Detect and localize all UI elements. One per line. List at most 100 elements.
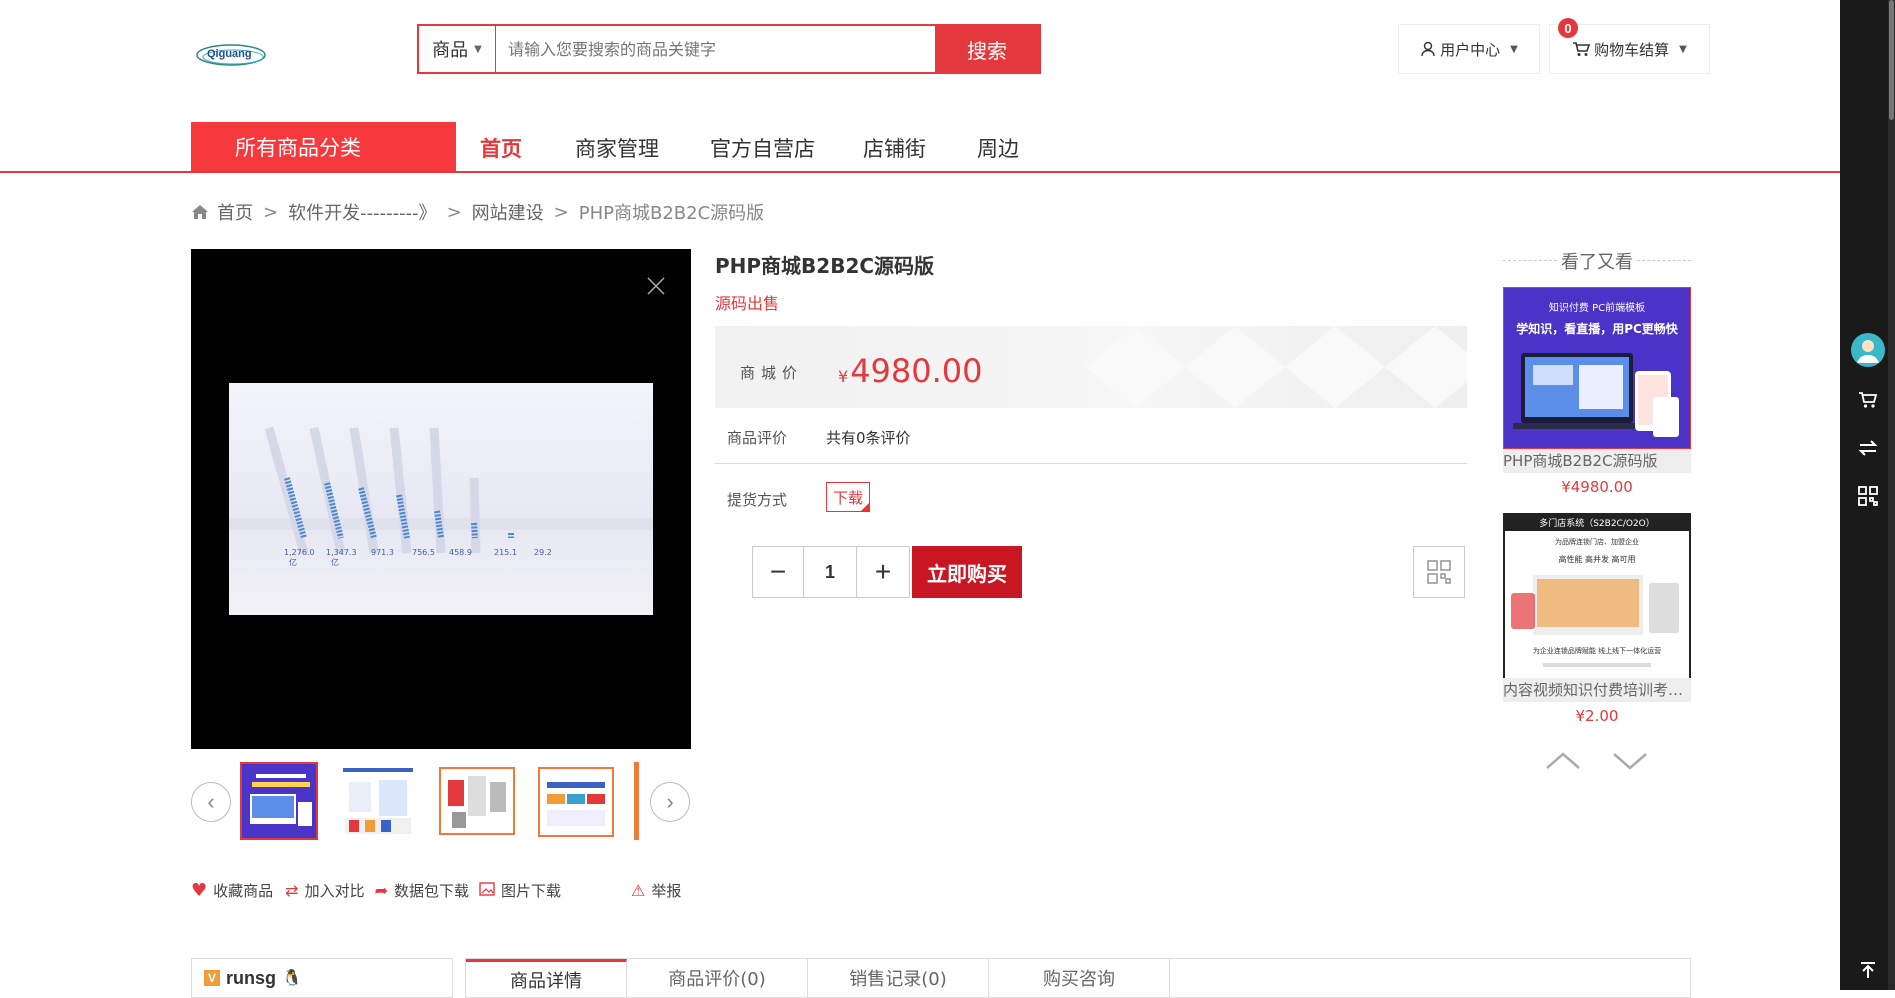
recommend-2-banner-mid: 为品牌连锁门店、加盟企业 [1555, 537, 1639, 546]
review-label: 商品评价 [727, 429, 788, 447]
user-center-button[interactable]: 用户中心 ▼ [1398, 24, 1540, 74]
recommend-item-2-price: ¥2.00 [1575, 707, 1619, 725]
thumbnail-prev-button[interactable]: ‹ [191, 782, 231, 822]
all-categories-button[interactable]: 所有商品分类 [191, 122, 456, 172]
cart-count-badge: 0 [1558, 18, 1578, 38]
toolbar-cart-button[interactable] [1840, 385, 1895, 415]
thumbnail-2[interactable] [339, 762, 417, 840]
nav-item-official-store[interactable]: 官方自营店 [710, 133, 815, 163]
toolbar-user-button[interactable] [1840, 330, 1895, 370]
delivery-option-label: 下载 [832, 488, 863, 507]
cart-icon [1573, 42, 1591, 56]
delivery-option-download[interactable]: 下载 [826, 482, 870, 512]
warning-icon: ⚠ [631, 881, 646, 900]
nav-item-merchant[interactable]: 商家管理 [575, 133, 659, 163]
see-also-title: 看了又看 [1503, 248, 1691, 274]
search-bar: 商品 ▼ 搜索 [417, 24, 1041, 74]
buy-now-button[interactable]: 立即购买 [912, 546, 1022, 598]
review-value[interactable]: 共有0条评价 [826, 427, 911, 448]
toolbar-compare-button[interactable] [1840, 433, 1895, 463]
breadcrumb-software[interactable]: 软件开发---------》 [288, 199, 436, 225]
chevron-up-icon [1546, 752, 1580, 769]
chart-value-2: 1,347.3 [326, 548, 357, 557]
recommend-1-banner-big: 学知识，看直播，用PC更畅快 [1516, 321, 1679, 336]
recommend-prev-button[interactable] [1543, 750, 1583, 772]
site-logo[interactable]: Qiguang [195, 35, 275, 75]
recommend-1-banner-small: 知识付费 PC前端模板 [1549, 301, 1645, 314]
quantity-decrease-button[interactable]: − [752, 546, 804, 598]
search-button[interactable]: 搜索 [935, 26, 1039, 72]
thumbnail-4[interactable] [537, 762, 615, 840]
image-icon [479, 881, 495, 900]
quantity-input[interactable]: 1 [803, 546, 857, 598]
product-video-frame: 1,276.0 1,347.3 971.3 756.5 458.9 215.1 … [229, 383, 653, 615]
report-link[interactable]: 举报 [651, 880, 681, 901]
page-scrollbar-thumb[interactable] [1889, 0, 1894, 120]
close-icon[interactable] [645, 275, 667, 297]
download-package-link[interactable]: 数据包下载 [394, 880, 469, 901]
chevron-down-icon: ▼ [1510, 43, 1518, 55]
recommend-next-button[interactable] [1610, 750, 1650, 772]
chevron-left-icon: ‹ [207, 789, 215, 814]
price-label: 商城价 [740, 364, 804, 382]
tab-sales-records[interactable]: 销售记录(0) [808, 959, 989, 997]
tab-purchase-inquiry[interactable]: 购买咨询 [989, 959, 1170, 997]
thumbnail-next-button[interactable]: › [650, 782, 690, 822]
chevron-right-icon: › [666, 789, 674, 814]
price-currency: ¥ [838, 367, 849, 386]
chart-unit-2: 亿 [331, 557, 339, 567]
nav-item-store-street[interactable]: 店铺街 [863, 133, 926, 163]
cart-icon [1858, 392, 1877, 408]
shop-name[interactable]: runsg [226, 968, 276, 989]
toolbar-qrcode-button[interactable] [1840, 481, 1895, 511]
image-download-link[interactable]: 图片下载 [501, 880, 561, 901]
cart-label: 购物车结算 [1594, 40, 1670, 59]
breadcrumb-current: PHP商城B2B2C源码版 [578, 203, 765, 224]
heart-icon: ♥ [191, 880, 208, 901]
chart-value-6: 215.1 [494, 548, 517, 557]
recommend-2-banner-tags: 高性能 高并发 高可用 [1558, 554, 1635, 564]
qq-icon[interactable]: 🐧 [282, 968, 302, 988]
breadcrumb-home[interactable]: 首页 [217, 199, 253, 225]
user-center-label: 用户中心 [1440, 40, 1501, 59]
report-action: ⚠ 举报 [631, 880, 687, 901]
recommend-item-2-name[interactable]: 内容视频知识付费培训考试系统 [1503, 678, 1691, 702]
compare-link[interactable]: 加入对比 [305, 880, 365, 901]
recommend-2-banner-small: 多门店系统（S2B2C/O2O） [1539, 517, 1655, 529]
price-panel [715, 326, 1467, 408]
search-category-select[interactable]: 商品 ▼ [419, 26, 496, 72]
quantity-increase-button[interactable]: + [856, 546, 910, 598]
minus-icon: − [769, 556, 787, 587]
price-value: ¥4980.00 [838, 352, 983, 390]
info-divider [715, 463, 1467, 464]
nav-divider [0, 171, 1840, 173]
page-scrollbar[interactable] [1888, 0, 1895, 990]
back-to-top-icon [1860, 962, 1875, 978]
thumbnail-1[interactable] [240, 762, 318, 840]
chevron-down-icon: ▼ [474, 43, 482, 55]
breadcrumb-website[interactable]: 网站建设 [472, 199, 544, 225]
chart-value-1: 1,276.0 [284, 548, 315, 557]
tab-product-reviews[interactable]: 商品评价(0) [627, 959, 808, 997]
search-input[interactable] [496, 26, 935, 72]
plus-icon: + [874, 556, 892, 587]
product-title: PHP商城B2B2C源码版 [715, 254, 935, 278]
nav-item-home[interactable]: 首页 [480, 133, 522, 163]
recommend-item-1-name[interactable]: PHP商城B2B2C源码版 [1503, 449, 1691, 473]
nav-item-nearby[interactable]: 周边 [977, 133, 1019, 163]
qrcode-button[interactable] [1413, 546, 1465, 598]
chart-value-5: 458.9 [449, 548, 472, 557]
chart-value-7: 29.2 [534, 548, 552, 557]
thumbnail-3[interactable] [438, 762, 516, 840]
avatar-icon [1850, 333, 1885, 367]
recommend-item-1-image[interactable]: 知识付费 PC前端模板 学知识，看直播，用PC更畅快 [1503, 287, 1691, 449]
check-corner-icon [860, 502, 870, 512]
shop-badge-icon: V [204, 970, 220, 986]
favorite-link[interactable]: 收藏商品 [213, 880, 273, 901]
logo-text: Qiguang [207, 48, 252, 60]
tab-product-details[interactable]: 商品详情 [466, 959, 627, 997]
toolbar-back-to-top-button[interactable] [1840, 955, 1895, 985]
shop-name-box: V runsg 🐧 [191, 958, 453, 998]
recommend-item-2-image[interactable]: 多门店系统（S2B2C/O2O） 为品牌连锁门店、加盟企业 高性能 高并发 高可… [1503, 513, 1691, 683]
qrcode-icon [1427, 560, 1451, 584]
